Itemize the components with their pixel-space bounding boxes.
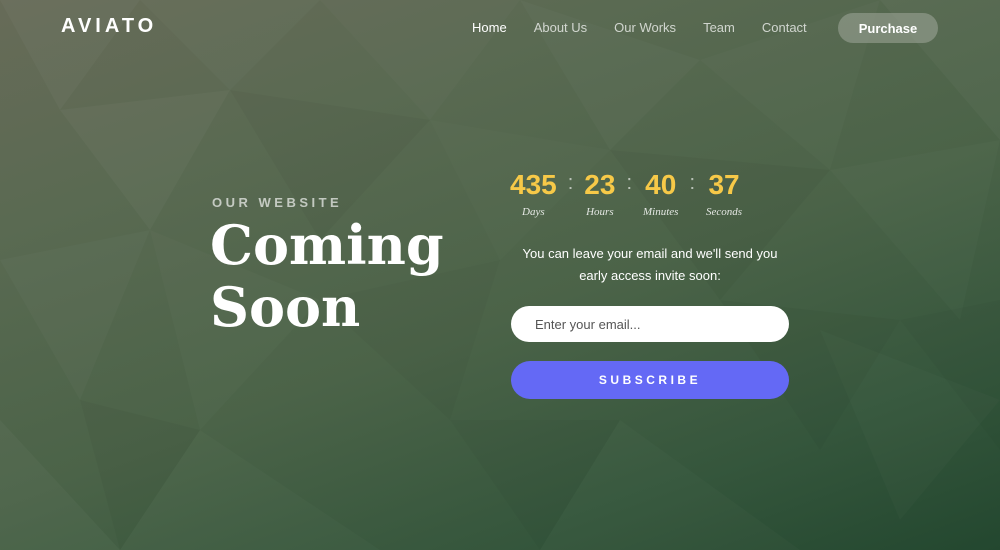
subscribe-info-line-1: You can leave your email and we'll send … [522,246,778,261]
countdown-separator: : [626,172,632,194]
subscribe-info-line-2: early access invite soon: [579,268,721,283]
countdown-minutes: 40 Minutes [643,168,678,218]
countdown-separator: : [567,172,574,194]
subscribe-info-text: You can leave your email and we'll send … [511,243,789,287]
countdown-seconds-label: Seconds [706,206,743,218]
countdown-seconds: 37 Seconds [706,168,742,218]
nav-item-our-works[interactable]: Our Works [614,19,676,37]
countdown-separator: : [689,172,696,194]
nav-item-about-us[interactable]: About Us [534,19,587,37]
nav-item-home[interactable]: Home [472,19,507,37]
countdown-hours-value: 23 [584,169,616,200]
title-line-1: Coming [210,213,444,277]
countdown-timer: 435 Days : 23 Hours : 40 Minutes : 37 Se… [510,168,742,218]
brand-logo[interactable]: AVIATO [61,15,157,38]
email-input[interactable] [511,306,789,342]
background-polygon-pattern [0,0,1000,550]
countdown-days: 435 Days [510,168,557,218]
page-title: Coming Soon [210,214,470,338]
nav-item-team[interactable]: Team [703,19,735,37]
title-line-2: Soon [210,275,361,339]
hero-eyebrow: OUR WEBSITE [212,195,343,210]
countdown-hours: 23 Hours [584,168,615,218]
subscribe-button[interactable]: SUBSCRIBE [511,361,789,399]
nav-item-contact[interactable]: Contact [762,19,807,37]
countdown-hours-label: Hours [586,206,614,218]
countdown-minutes-label: Minutes [643,206,679,218]
countdown-days-label: Days [522,206,545,218]
countdown-seconds-value: 37 [708,169,740,200]
purchase-button[interactable]: Purchase [838,13,938,43]
countdown-minutes-value: 40 [645,169,677,200]
countdown-days-value: 435 [510,169,557,200]
main-nav: Home About Us Our Works Team Contact [472,19,834,37]
